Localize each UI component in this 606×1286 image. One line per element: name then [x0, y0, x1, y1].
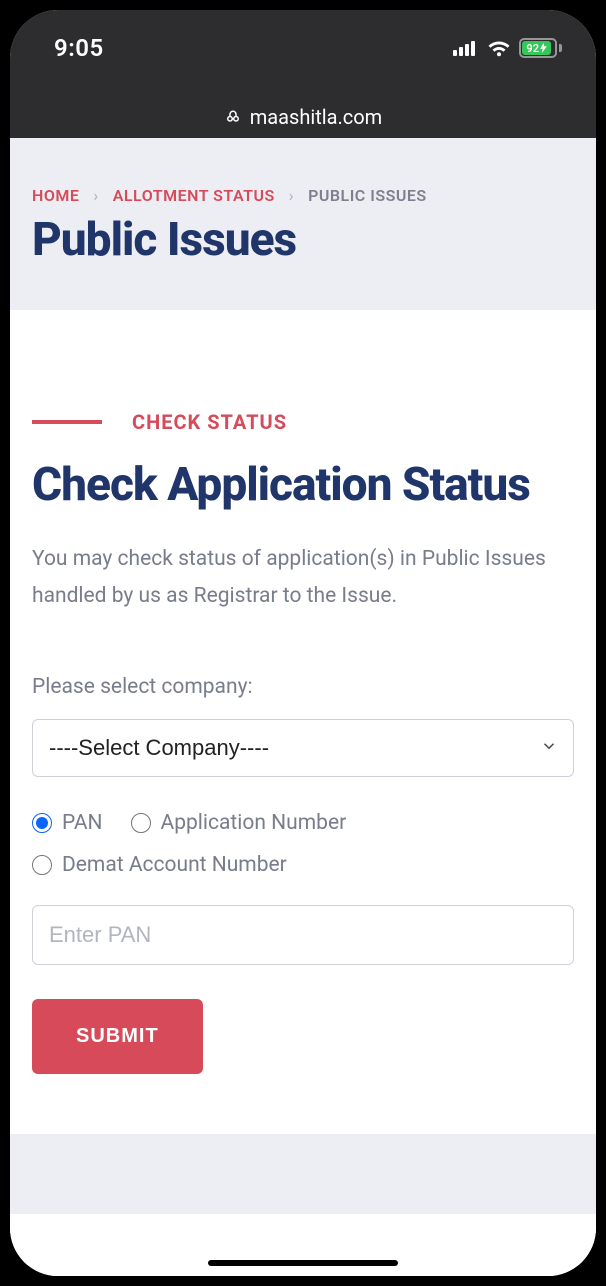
company-select-wrapper: ----Select Company----	[32, 719, 574, 777]
radio-demat-account-label: Demat Account Number	[62, 853, 287, 877]
radio-pan-label: PAN	[62, 811, 103, 835]
radio-demat-account-input[interactable]	[32, 855, 52, 875]
section-description: You may check status of application(s) i…	[32, 541, 574, 615]
radio-pan[interactable]: PAN	[32, 811, 103, 835]
section-heading: Check Application Status	[32, 460, 574, 512]
page-content: HOME › ALLOTMENT STATUS › PUBLIC ISSUES …	[10, 138, 596, 1276]
radio-application-number[interactable]: Application Number	[131, 811, 347, 835]
browser-url-bar[interactable]: maashitla.com	[10, 96, 596, 138]
eyebrow: CHECK STATUS	[32, 410, 574, 434]
device-frame: 9:05 92 maashitla.com	[0, 0, 606, 1286]
url-host: maashitla.com	[250, 105, 382, 129]
company-label: Please select company:	[32, 675, 574, 699]
status-time: 9:05	[54, 34, 104, 62]
chevron-right-icon: ›	[93, 186, 98, 205]
cellular-icon	[453, 40, 479, 56]
submit-button[interactable]: SUBMIT	[32, 999, 203, 1074]
battery-icon: 92	[519, 38, 562, 58]
radio-application-number-input[interactable]	[131, 813, 151, 833]
header-section: HOME › ALLOTMENT STATUS › PUBLIC ISSUES …	[10, 138, 596, 310]
page-title: Public Issues	[32, 215, 574, 266]
eyebrow-text: CHECK STATUS	[132, 410, 287, 434]
chevron-right-icon: ›	[289, 186, 294, 205]
status-right: 92	[453, 38, 562, 58]
search-by-radios: PAN Application Number Demat Account Num…	[32, 811, 574, 877]
company-select[interactable]: ----Select Company----	[32, 719, 574, 777]
status-bar: 9:05 92	[10, 10, 596, 96]
main-section: CHECK STATUS Check Application Status Yo…	[10, 310, 596, 1134]
screen: 9:05 92 maashitla.com	[10, 10, 596, 1276]
breadcrumb-current: PUBLIC ISSUES	[308, 186, 427, 205]
wifi-icon	[487, 39, 511, 57]
eyebrow-line	[32, 420, 102, 424]
breadcrumb-link-allotment-status[interactable]: ALLOTMENT STATUS	[113, 186, 275, 205]
privacy-icon	[224, 105, 242, 129]
home-indicator[interactable]	[208, 1260, 398, 1266]
footer-strip	[10, 1134, 596, 1214]
radio-demat-account[interactable]: Demat Account Number	[32, 853, 287, 877]
breadcrumb-link-home[interactable]: HOME	[32, 186, 79, 205]
battery-pct: 92	[526, 42, 539, 55]
radio-pan-input[interactable]	[32, 813, 52, 833]
radio-application-number-label: Application Number	[161, 811, 347, 835]
breadcrumb: HOME › ALLOTMENT STATUS › PUBLIC ISSUES	[32, 186, 574, 205]
search-value-input[interactable]	[32, 905, 574, 965]
